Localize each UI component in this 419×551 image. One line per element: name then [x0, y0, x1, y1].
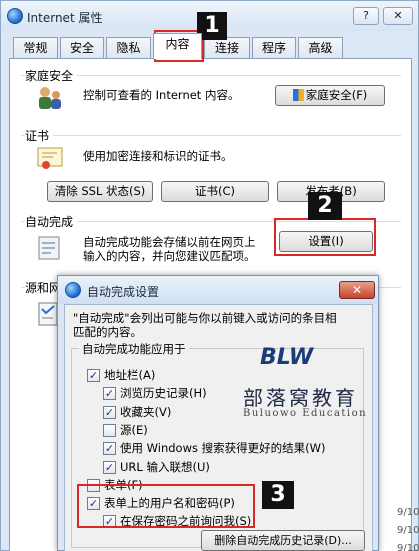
family-safety-button-label: 家庭安全(F) — [305, 88, 368, 102]
autocomplete-option-row[interactable]: ✓ 收藏夹(V) — [103, 404, 171, 420]
side-date: 9/10/15 — [397, 543, 419, 551]
autocomplete-option-row[interactable]: 源(E) — [103, 422, 148, 438]
certificates-button[interactable]: 证书(C) — [161, 181, 269, 202]
ie-globe-icon — [65, 282, 81, 298]
checkbox[interactable]: ✓ — [103, 405, 116, 419]
family-safety-icon — [39, 87, 61, 109]
checkbox[interactable]: ✓ — [103, 460, 116, 474]
divider — [21, 75, 401, 76]
side-date: 9/10/15 — [397, 507, 419, 518]
highlight-box-settings — [274, 218, 376, 256]
feeds-icon — [38, 302, 58, 326]
certificate-icon — [37, 147, 63, 169]
certificates-label: 证书 — [25, 127, 54, 144]
shield-icon — [292, 89, 304, 101]
delete-autocomplete-history-button[interactable]: 删除自动完成历史记录(D)... — [201, 530, 365, 551]
checkbox-label: URL 输入联想(U) — [120, 460, 210, 474]
autocomplete-option-row[interactable]: ✓ 地址栏(A) — [87, 367, 155, 383]
help-button[interactable]: ? — [353, 7, 379, 25]
autocomplete-label: 自动完成 — [25, 213, 78, 230]
autocomplete-option-row[interactable]: ✓ URL 输入联想(U) — [103, 459, 210, 475]
autocomplete-desc-line1: 自动完成功能会存储以前在网页上 — [83, 235, 256, 249]
tab-advanced[interactable]: 高级 — [298, 37, 343, 59]
group-label: 自动完成功能应用于 — [79, 341, 189, 357]
ie-globe-icon — [7, 8, 23, 24]
step-badge-2: 2 — [308, 192, 342, 220]
checkbox-label: 浏览历史记录(H) — [120, 386, 207, 400]
divider — [21, 135, 401, 136]
autocomplete-option-row[interactable]: ✓ 浏览历史记录(H) — [103, 385, 207, 401]
tab-connections[interactable]: 连接 — [204, 37, 250, 59]
autocomplete-icon — [38, 236, 60, 260]
tab-general[interactable]: 常规 — [13, 37, 58, 59]
autocomplete-desc-line2: 输入的内容，并向您建议匹配项。 — [83, 249, 256, 263]
checkbox-label: 收藏夹(V) — [120, 405, 172, 419]
dialog-title-bar: 自动完成设置 ✕ — [58, 276, 378, 304]
certificates-desc: 使用加密连接和标识的证书。 — [83, 149, 233, 163]
dialog-close-button[interactable]: ✕ — [339, 281, 375, 299]
svg-text:BLW: BLW — [260, 345, 315, 370]
tab-content[interactable]: 内容 — [153, 33, 202, 59]
clear-ssl-button[interactable]: 清除 SSL 状态(S) — [47, 181, 153, 202]
watermark-subtitle: Buluowo Education — [243, 408, 368, 419]
family-safety-label: 家庭安全 — [25, 67, 78, 84]
checkbox[interactable]: ✓ — [87, 368, 100, 382]
dialog-intro-line1: "自动完成"会列出可能与你以前键入或访问的条目相 — [73, 311, 337, 325]
tab-programs[interactable]: 程序 — [252, 37, 296, 59]
family-safety-button[interactable]: 家庭安全(F) — [275, 85, 385, 106]
checkbox-label: 地址栏(A) — [104, 368, 156, 382]
tab-security[interactable]: 安全 — [60, 37, 104, 59]
blw-logo: BLW — [260, 345, 315, 370]
autocomplete-option-row[interactable]: ✓ 使用 Windows 搜索获得更好的结果(W) — [103, 440, 326, 456]
family-safety-desc: 控制可查看的 Internet 内容。 — [83, 88, 240, 102]
checkbox[interactable]: ✓ — [103, 441, 116, 455]
step-badge-3: 3 — [262, 481, 294, 509]
watermark-name: 部落窝教育 — [243, 386, 358, 410]
dialog-title: 自动完成设置 — [87, 285, 160, 299]
tab-privacy[interactable]: 隐私 — [106, 37, 151, 59]
side-date: 9/10/15 — [397, 525, 419, 536]
checkbox-label: 使用 Windows 搜索获得更好的结果(W) — [120, 441, 326, 455]
dialog-intro-line2: 匹配的内容。 — [73, 325, 142, 339]
highlight-box-form-passwords — [77, 484, 255, 528]
checkbox[interactable]: ✓ — [103, 386, 116, 400]
checkbox[interactable] — [103, 423, 116, 437]
checkbox-label: 源(E) — [120, 423, 148, 437]
window-title: Internet 属性 — [27, 11, 103, 25]
close-button[interactable]: ✕ — [383, 7, 413, 25]
